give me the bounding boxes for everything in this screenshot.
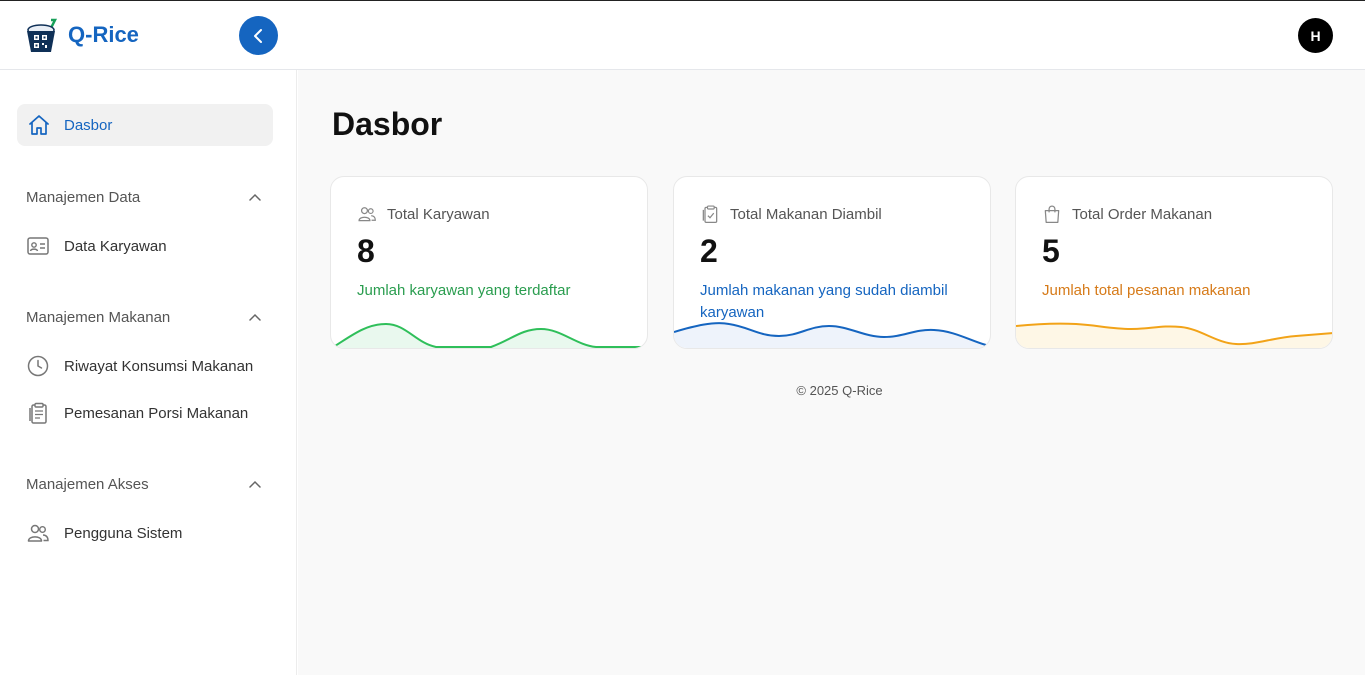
chevron-up-icon: [249, 313, 261, 321]
section-title: Manajemen Akses: [26, 476, 149, 493]
card-description: Jumlah total pesanan makanan: [1042, 282, 1251, 299]
sidebar: Dasbor Manajemen Data Data Karyawan Mana…: [0, 70, 297, 675]
stat-card-total-karyawan: Total Karyawan 8 Jumlah karyawan yang te…: [330, 176, 648, 349]
sidebar-item-label: Data Karyawan: [64, 237, 167, 255]
section-title: Manajemen Makanan: [26, 309, 171, 326]
sidebar-item-label: Riwayat Konsumsi Makanan: [64, 357, 254, 375]
card-label: Total Order Makanan: [1072, 205, 1213, 223]
sidebar-item-label: Pemesanan Porsi Makanan: [64, 404, 249, 422]
section-manajemen-data[interactable]: Manajemen Data: [26, 189, 262, 206]
rice-bowl-qr-icon[interactable]: [25, 18, 61, 54]
sidebar-item-label: Dasbor: [64, 116, 113, 134]
chevron-left-icon: [253, 28, 262, 43]
section-title: Manajemen Data: [26, 189, 141, 206]
card-description: Jumlah karyawan yang terdaftar: [357, 282, 571, 299]
clipboard-check-icon: [702, 205, 718, 223]
sidebar-item-data-karyawan[interactable]: Data Karyawan: [26, 234, 167, 258]
stat-card-total-order-makanan: Total Order Makanan 5 Jumlah total pesan…: [1015, 176, 1333, 349]
section-manajemen-makanan[interactable]: Manajemen Makanan: [26, 309, 262, 326]
clipboard-icon: [29, 402, 47, 424]
chevron-up-icon: [249, 193, 261, 201]
user-avatar[interactable]: H: [1298, 18, 1333, 53]
card-value: 5: [1042, 233, 1060, 269]
stat-card-total-makanan-diambil: Total Makanan Diambil 2 Jumlah makanan y…: [673, 176, 991, 349]
card-label: Total Makanan Diambil: [730, 205, 882, 223]
sidebar-item-label: Pengguna Sistem: [64, 524, 183, 542]
sparkline-decoration: [1016, 322, 1332, 348]
card-label: Total Karyawan: [387, 205, 490, 223]
sparkline-decoration: [334, 322, 643, 348]
footer-copyright: © 2025 Q-Rice: [796, 383, 883, 398]
sidebar-item-pemesanan-porsi[interactable]: Pemesanan Porsi Makanan: [26, 401, 248, 425]
top-header: Q-Rice H: [0, 1, 1365, 70]
shopping-bag-icon: [1044, 205, 1060, 223]
sparkline-decoration: [674, 322, 987, 348]
card-value: 8: [357, 233, 375, 269]
chevron-up-icon: [249, 480, 261, 488]
card-value: 2: [700, 233, 718, 269]
sidebar-item-dasbor[interactable]: Dasbor: [17, 104, 273, 146]
users-icon: [27, 524, 49, 542]
home-icon: [29, 115, 49, 135]
users-icon: [358, 207, 376, 222]
page-title: Dasbor: [332, 106, 443, 142]
sidebar-item-riwayat-konsumsi[interactable]: Riwayat Konsumsi Makanan: [26, 354, 253, 378]
main-content: Dasbor Total Karyawan 8 Jumlah karyawan …: [298, 70, 1365, 675]
clock-icon: [27, 355, 49, 377]
section-manajemen-akses[interactable]: Manajemen Akses: [26, 476, 262, 493]
brand-name[interactable]: Q-Rice: [68, 22, 139, 48]
sidebar-collapse-button[interactable]: [239, 16, 278, 55]
sidebar-item-pengguna-sistem[interactable]: Pengguna Sistem: [26, 521, 182, 545]
id-card-icon: [27, 237, 49, 255]
